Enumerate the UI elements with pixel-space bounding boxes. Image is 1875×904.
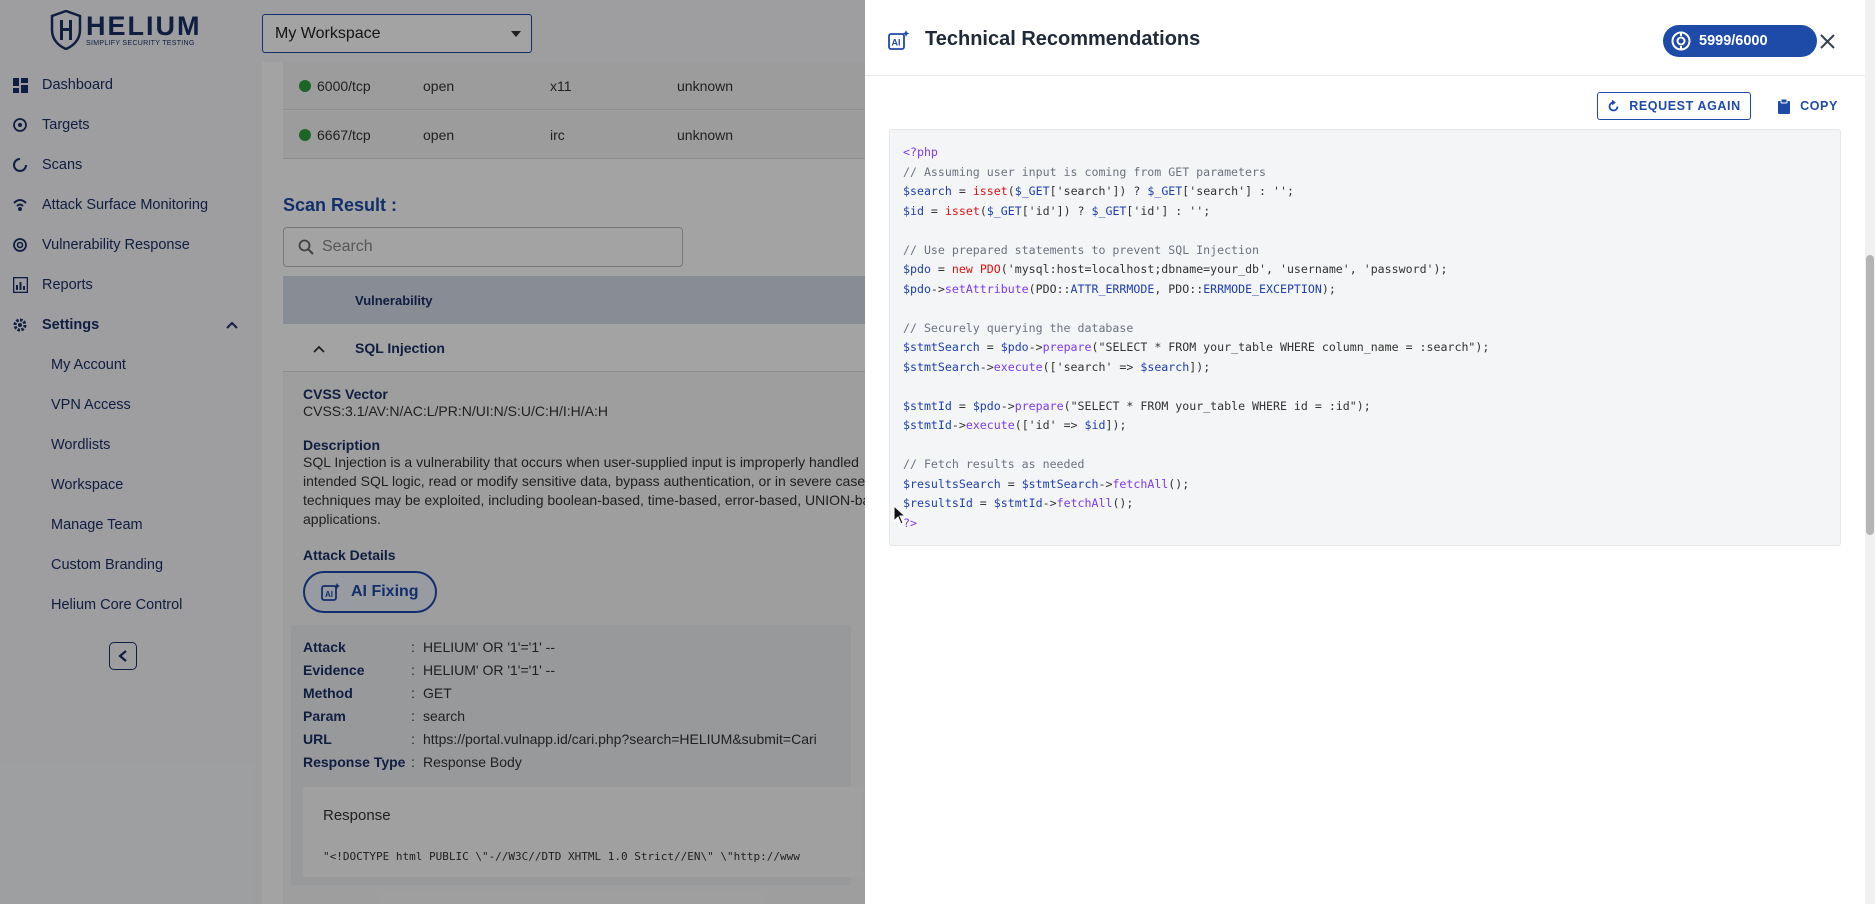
credits-badge: 5999/6000 — [1663, 25, 1817, 57]
code-line: $pdo->setAttribute(PDO::ATTR_ERRMODE, PD… — [903, 281, 1336, 296]
drawer-header: AI Technical Recommendations 5999/6000 — [865, 0, 1865, 76]
code-line: // Fetch results as needed — [903, 457, 1085, 471]
ai-icon: AI — [888, 30, 910, 50]
svg-text:AI: AI — [892, 38, 901, 48]
refresh-icon — [1608, 99, 1619, 111]
code-line: $stmtSearch = $pdo->prepare("SELECT * FR… — [903, 340, 1490, 354]
code-line: $stmtId = $pdo->prepare("SELECT * FROM y… — [903, 398, 1371, 413]
code-line: $id = isset($_GET['id']) ? $_GET['id'] :… — [903, 203, 1211, 218]
code-line: $search = isset($_GET['search']) ? $_GET… — [903, 184, 1294, 198]
technical-recommendations-drawer: AI Technical Recommendations 5999/6000 R… — [865, 0, 1875, 904]
close-button[interactable] — [1813, 27, 1841, 55]
copy-button[interactable]: COPY — [1763, 92, 1853, 120]
clipboard-icon — [1778, 98, 1791, 114]
token-icon — [1671, 31, 1691, 51]
close-icon — [1819, 33, 1835, 49]
drawer-title: Technical Recommendations — [925, 28, 1201, 50]
code-line: ?> — [903, 515, 917, 530]
mouse-cursor-icon — [893, 505, 907, 525]
code-line: $resultsSearch = $stmtSearch->fetchAll()… — [903, 476, 1190, 491]
code-line: <?php — [903, 145, 938, 159]
code-line: // Assuming user input is coming from GE… — [903, 164, 1266, 179]
code-content: <?php // Assuming user input is coming fr… — [903, 143, 1827, 533]
code-line: // Securely querying the database — [903, 320, 1134, 335]
request-again-label: REQUEST AGAIN — [1629, 99, 1741, 113]
request-again-button[interactable]: REQUEST AGAIN — [1597, 92, 1751, 120]
code-line: $stmtSearch->execute(['search' => $searc… — [903, 359, 1211, 374]
copy-label: COPY — [1800, 99, 1838, 113]
credits-value: 5999/6000 — [1699, 33, 1768, 49]
drawer-scrollbar[interactable] — [1865, 0, 1875, 904]
code-line: // Use prepared statements to prevent SQ… — [903, 242, 1259, 257]
scrollbar-thumb[interactable] — [1866, 255, 1874, 535]
code-line: $stmtId->execute(['id' => $id]); — [903, 418, 1127, 432]
code-line: $resultsId = $stmtId->fetchAll(); — [903, 496, 1134, 510]
code-line: $pdo = new PDO('mysql:host=localhost;dbn… — [903, 262, 1448, 276]
code-block[interactable]: <?php // Assuming user input is coming fr… — [889, 129, 1841, 546]
